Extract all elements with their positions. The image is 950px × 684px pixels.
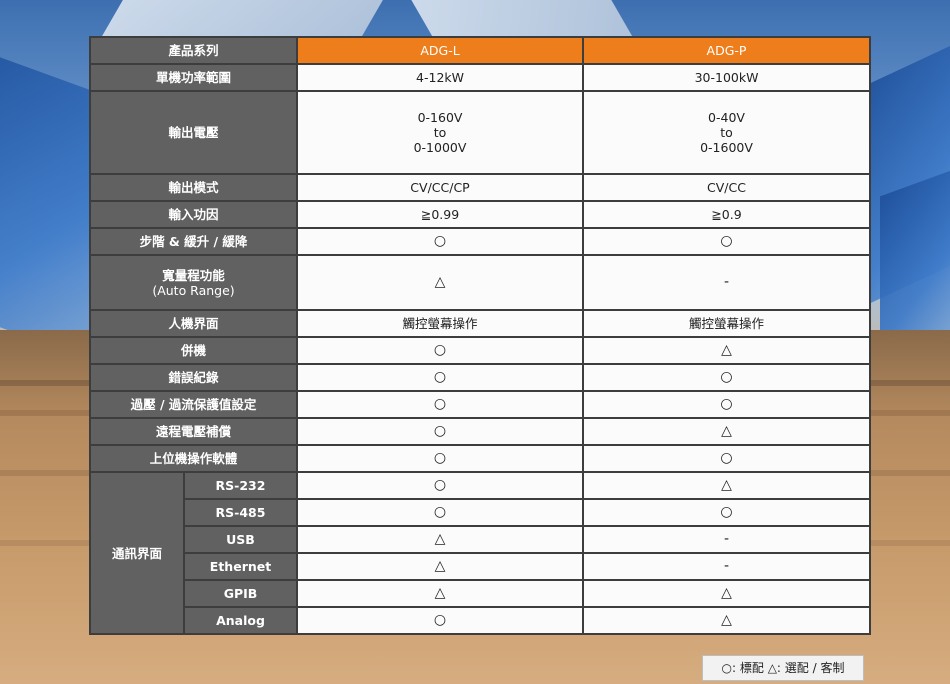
header-label: 產品系列 — [88, 36, 299, 65]
table-row: 錯誤紀錄 ○ ○ — [88, 363, 872, 392]
row-label: 併機 — [88, 336, 299, 365]
cell-value: ○ — [582, 444, 872, 473]
table-row: USB △ - — [90, 525, 872, 554]
cell-value: 4-12kW — [296, 63, 585, 92]
table-row: 輸出電壓 0-160V to 0-1000V 0-40V to 0-1600V — [88, 90, 872, 175]
cell-value: ○ — [582, 498, 872, 527]
table-row: 寬量程功能 (Auto Range) △ - — [88, 254, 872, 311]
table-row: 人機界面 觸控螢幕操作 觸控螢幕操作 — [88, 309, 872, 338]
cell-value: 觸控螢幕操作 — [296, 309, 585, 338]
cell-value: ≧0.99 — [296, 200, 585, 229]
row-label-line1: 寬量程功能 — [162, 267, 225, 283]
cell-value: CV/CC — [582, 173, 872, 202]
cell-value: 0-160V to 0-1000V — [296, 90, 585, 175]
table-row: 單機功率範圍 4-12kW 30-100kW — [88, 63, 872, 92]
cell-value: ≧0.9 — [582, 200, 872, 229]
row-label: 上位機操作軟體 — [88, 444, 299, 473]
table-row: 併機 ○ △ — [88, 336, 872, 365]
voltage-max: 0-1000V — [413, 140, 467, 155]
cell-value: ○ — [296, 444, 585, 473]
legend-box: ○: 標配 △: 選配 / 客制 — [702, 655, 864, 681]
table-row: Analog ○ △ — [90, 606, 872, 635]
row-label: 過壓 / 過流保護值設定 — [88, 390, 299, 419]
row-label: 輸出模式 — [88, 173, 299, 202]
cell-value: - — [582, 525, 872, 554]
row-label: 輸出電壓 — [88, 90, 299, 175]
comm-name: RS-232 — [182, 471, 299, 500]
cell-value: △ — [296, 525, 585, 554]
cell-value: △ — [296, 579, 585, 608]
voltage-min: 0-40V — [708, 110, 745, 125]
cell-value: 觸控螢幕操作 — [582, 309, 872, 338]
cell-value: ○ — [296, 498, 585, 527]
cell-value: 30-100kW — [582, 63, 872, 92]
cell-value: ○ — [296, 471, 585, 500]
cell-value: ○ — [582, 363, 872, 392]
comm-name: USB — [182, 525, 299, 554]
cell-value: ○ — [296, 363, 585, 392]
cell-value: △ — [296, 552, 585, 581]
row-label: 寬量程功能 (Auto Range) — [88, 254, 299, 311]
table-row: 產品系列 ADG-L ADG-P — [88, 36, 872, 65]
cell-value: ○ — [296, 390, 585, 419]
model-adg-p: ADG-P — [582, 36, 872, 65]
voltage-min: 0-160V — [417, 110, 463, 125]
table-row: Ethernet △ - — [90, 552, 872, 581]
comm-name: RS-485 — [182, 498, 299, 527]
table-row: 通訊界面 RS-232 ○ △ — [89, 471, 872, 635]
comm-name: Analog — [182, 606, 299, 635]
cell-value: △ — [582, 336, 872, 365]
row-label: 步階 & 緩升 / 緩降 — [88, 227, 299, 256]
voltage-to: to — [720, 125, 733, 140]
cell-value: △ — [582, 606, 872, 635]
cell-value: △ — [582, 579, 872, 608]
cell-value: 0-40V to 0-1600V — [582, 90, 872, 175]
row-label-line2: (Auto Range) — [152, 282, 235, 298]
table-row: 輸入功因 ≧0.99 ≧0.9 — [88, 200, 872, 229]
row-label: 錯誤紀錄 — [88, 363, 299, 392]
model-adg-l: ADG-L — [296, 36, 585, 65]
table-row: RS-485 ○ ○ — [90, 498, 872, 527]
cell-value: ○ — [296, 606, 585, 635]
cell-value: △ — [296, 254, 585, 311]
comm-name: Ethernet — [182, 552, 299, 581]
voltage-max: 0-1600V — [700, 140, 753, 155]
cell-value: - — [582, 254, 872, 311]
table-row: 上位機操作軟體 ○ ○ — [88, 444, 872, 473]
table-row: 步階 & 緩升 / 緩降 ○ ○ — [88, 227, 872, 256]
cell-value: ○ — [296, 417, 585, 446]
table-row: GPIB △ △ — [90, 579, 872, 608]
row-label: 輸入功因 — [88, 200, 299, 229]
cell-value: ○ — [582, 227, 872, 256]
cell-value: ○ — [296, 227, 585, 256]
cell-value: △ — [582, 417, 872, 446]
table-row: 過壓 / 過流保護值設定 ○ ○ — [88, 390, 872, 419]
voltage-to: to — [433, 125, 447, 140]
comm-name: GPIB — [182, 579, 299, 608]
cell-value: △ — [582, 471, 872, 500]
cell-value: CV/CC/CP — [296, 173, 585, 202]
cell-value: ○ — [296, 336, 585, 365]
cell-value: ○ — [582, 390, 872, 419]
table-row: 遠程電壓補償 ○ △ — [88, 417, 872, 446]
row-label: 人機界面 — [88, 309, 299, 338]
product-comparison-table: 產品系列 ADG-L ADG-P 單機功率範圍 4-12kW 30-100kW … — [88, 36, 872, 635]
cell-value: - — [582, 552, 872, 581]
row-label: 遠程電壓補償 — [88, 417, 299, 446]
row-label: 單機功率範圍 — [88, 63, 299, 92]
table-row: 輸出模式 CV/CC/CP CV/CC — [88, 173, 872, 202]
comm-interface-label: 通訊界面 — [89, 471, 185, 635]
